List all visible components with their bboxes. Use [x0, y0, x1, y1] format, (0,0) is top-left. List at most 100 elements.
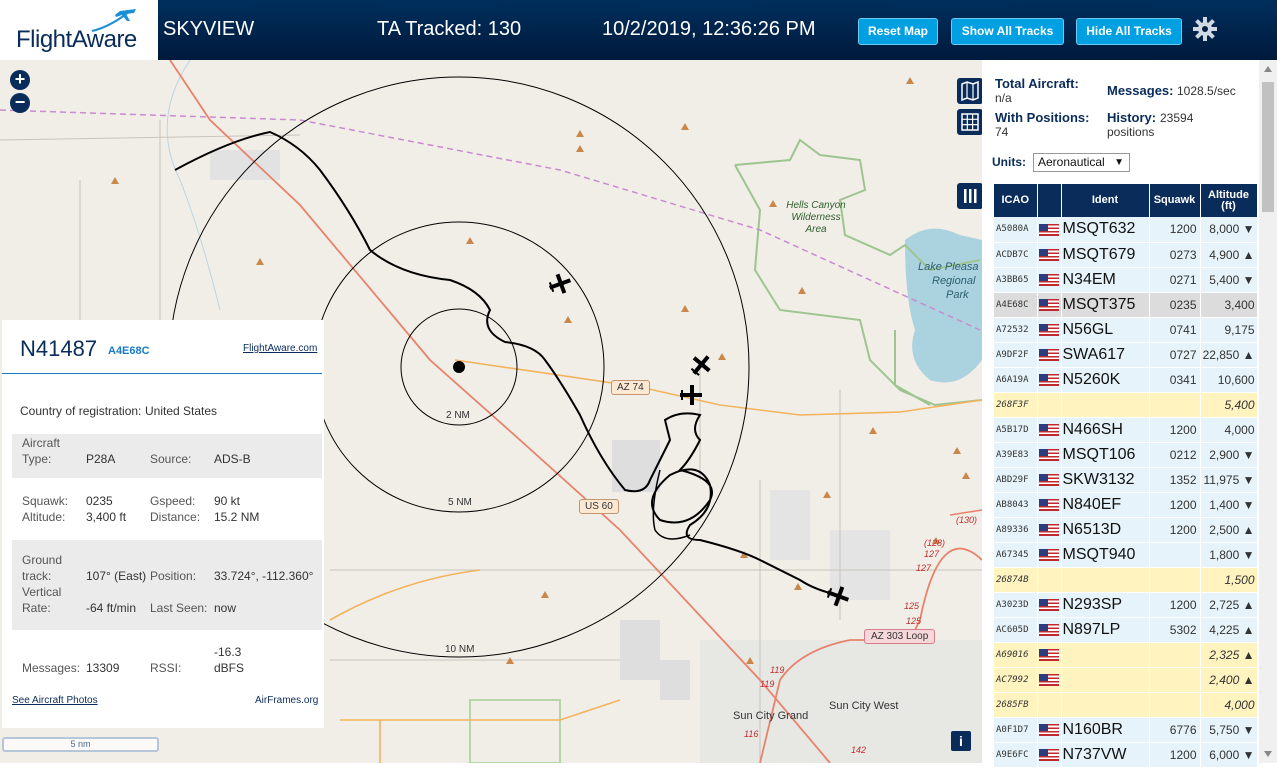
- info-icon[interactable]: i: [951, 731, 971, 751]
- table-row[interactable]: A3023D N293SP 1200 2,725 ▲: [994, 592, 1258, 618]
- table-row[interactable]: A4E68C MSQT375 0235 3,400: [994, 292, 1258, 318]
- table-row[interactable]: 26874B 1,500: [994, 567, 1258, 593]
- table-row[interactable]: 2685FB 4,000: [994, 692, 1258, 718]
- scroll-down-icon[interactable]: [1264, 751, 1272, 757]
- cell-ident: MSQT106: [1061, 442, 1150, 468]
- scroll-up-icon[interactable]: [1264, 66, 1272, 72]
- table-row[interactable]: A72532 N56GL 0741 9,175: [994, 317, 1258, 343]
- cell-ident: N897LP: [1061, 617, 1150, 643]
- cell-flag: [1037, 617, 1062, 643]
- table-row[interactable]: A89336 N6513D 1200 2,500 ▲: [994, 517, 1258, 543]
- table-scrollbar[interactable]: [1259, 60, 1277, 763]
- col-header-altitude[interactable]: Altitude (ft): [1200, 184, 1258, 217]
- cell-altitude: 1,800 ▼: [1200, 542, 1258, 568]
- cell-altitude: 5,400: [1200, 392, 1258, 418]
- cell-squawk: 0341: [1149, 367, 1201, 393]
- table-row[interactable]: A5080A MSQT632 1200 8,000 ▼: [994, 217, 1258, 243]
- us-flag-icon: [1038, 724, 1059, 737]
- cell-ident: N56GL: [1061, 317, 1150, 343]
- cell-squawk: 1200: [1149, 417, 1201, 443]
- cell-flag: [1037, 467, 1062, 493]
- cell-altitude: 5,750 ▼: [1200, 717, 1258, 743]
- map-layers-icon[interactable]: [957, 78, 982, 104]
- col-header-flag[interactable]: [1037, 184, 1062, 217]
- with-positions-label: With Positions:: [995, 110, 1090, 125]
- cell-icao: ACDB7C: [994, 242, 1038, 268]
- table-row[interactable]: A6A19A N5260K 0341 10,600: [994, 367, 1258, 393]
- us-flag-icon: [1038, 499, 1059, 512]
- cell-altitude: 9,175: [1200, 317, 1258, 343]
- zoom-in-button[interactable]: +: [10, 70, 30, 90]
- aircraft-photos-link[interactable]: See Aircraft Photos: [12, 695, 98, 706]
- last-seen-label: Last Seen:: [150, 601, 208, 615]
- table-row[interactable]: ABD29F SKW3132 1352 11,975 ▼: [994, 467, 1258, 493]
- gspeed-value: 90 kt: [214, 494, 241, 508]
- scroll-thumb[interactable]: [1262, 82, 1274, 212]
- hide-all-tracks-button[interactable]: Hide All Tracks: [1076, 18, 1182, 45]
- columns-toggle-icon[interactable]: [957, 183, 982, 209]
- position-value: 33.724°, -112.360°: [214, 569, 314, 583]
- flightaware-link[interactable]: FlightAware.com: [243, 343, 317, 354]
- table-row[interactable]: A0F1D7 N160BR 6776 5,750 ▼: [994, 717, 1258, 743]
- show-all-tracks-button[interactable]: Show All Tracks: [951, 18, 1064, 45]
- us-flag-icon: [1038, 549, 1059, 562]
- table-row[interactable]: A9E6FC N737VW 1200 6,000 ▼: [994, 742, 1258, 768]
- cell-flag: [1037, 492, 1062, 518]
- cell-icao: A69016: [994, 642, 1038, 668]
- gear-icon[interactable]: [1192, 16, 1218, 42]
- table-row[interactable]: AB8043 N840EF 1200 1,400 ▼: [994, 492, 1258, 518]
- table-row[interactable]: A5B17D N466SH 1200 4,000: [994, 417, 1258, 443]
- cell-squawk: 0741: [1149, 317, 1201, 343]
- cell-icao: A4E68C: [994, 292, 1038, 318]
- table-row[interactable]: A39E83 MSQT106 0212 2,900 ▼: [994, 442, 1258, 468]
- table-row[interactable]: 268F3F 5,400: [994, 392, 1258, 418]
- cell-ident: [1061, 667, 1150, 693]
- reset-map-button[interactable]: Reset Map: [858, 18, 938, 45]
- with-positions-value: 74: [995, 125, 1009, 139]
- cell-altitude: 10,600: [1200, 367, 1258, 393]
- col-header-squawk[interactable]: Squawk: [1149, 184, 1201, 217]
- cell-icao: A89336: [994, 517, 1038, 543]
- units-select[interactable]: Aeronautical ▼: [1033, 153, 1130, 172]
- cell-ident: [1061, 567, 1150, 593]
- aircraft-detail-panel: N41487 A4E68C FlightAware.com Country of…: [2, 320, 324, 728]
- table-row[interactable]: A9DF2F SWA617 0727 22,850 ▲: [994, 342, 1258, 368]
- cell-flag: [1037, 592, 1062, 618]
- col-header-ident[interactable]: Ident: [1061, 184, 1150, 217]
- altitude-value: 3,400 ft: [86, 510, 127, 524]
- zoom-out-button[interactable]: −: [10, 93, 30, 113]
- cell-altitude: 2,725 ▲: [1200, 592, 1258, 618]
- cell-flag: [1037, 742, 1062, 768]
- table-row[interactable]: AC7992 2,400 ▲: [994, 667, 1258, 693]
- source-value: ADS-B: [214, 452, 251, 466]
- vrate-value: -64 ft/min: [86, 601, 137, 615]
- airframes-link[interactable]: AirFrames.org: [255, 695, 318, 706]
- top-header: FlightAware SKYVIEW TA Tracked: 130 10/2…: [0, 0, 1277, 60]
- cell-ident: N160BR: [1061, 717, 1150, 743]
- cell-altitude: 2,500 ▲: [1200, 517, 1258, 543]
- table-row[interactable]: ACDB7C MSQT679 0273 4,900 ▲: [994, 242, 1258, 268]
- detail-section-track: Ground track: 107° (East) Position: 33.72…: [12, 540, 322, 630]
- cell-altitude: 8,000 ▼: [1200, 217, 1258, 243]
- table-row[interactable]: A3BB65 N34EM 0271 5,400 ▼: [994, 267, 1258, 293]
- cell-squawk: 0727: [1149, 342, 1201, 368]
- table-row[interactable]: A67345 MSQT940 1,800 ▼: [994, 542, 1258, 568]
- cell-altitude: 4,900 ▲: [1200, 242, 1258, 268]
- grid-toggle-icon[interactable]: [957, 109, 982, 135]
- cell-altitude: 2,325 ▲: [1200, 642, 1258, 668]
- cell-ident: SKW3132: [1061, 467, 1150, 493]
- cell-icao: A0F1D7: [994, 717, 1038, 743]
- us-flag-icon: [1038, 749, 1059, 762]
- col-header-icao[interactable]: ICAO: [994, 184, 1038, 217]
- cell-altitude: 6,000 ▼: [1200, 742, 1258, 768]
- cell-altitude: 1,400 ▼: [1200, 492, 1258, 518]
- park-label: Lake Pleasa Regional Park: [918, 261, 979, 301]
- table-row[interactable]: A69016 2,325 ▲: [994, 642, 1258, 668]
- app-name: SKYVIEW: [163, 18, 255, 40]
- table-row[interactable]: AC605D N897LP 5302 4,225 ▲: [994, 617, 1258, 643]
- flightaware-logo[interactable]: FlightAware: [0, 0, 158, 60]
- messages-label: Messages:: [22, 661, 81, 675]
- ground-track-label: Ground track:: [22, 553, 63, 583]
- cell-altitude: 2,400 ▲: [1200, 667, 1258, 693]
- cell-icao: A72532: [994, 317, 1038, 343]
